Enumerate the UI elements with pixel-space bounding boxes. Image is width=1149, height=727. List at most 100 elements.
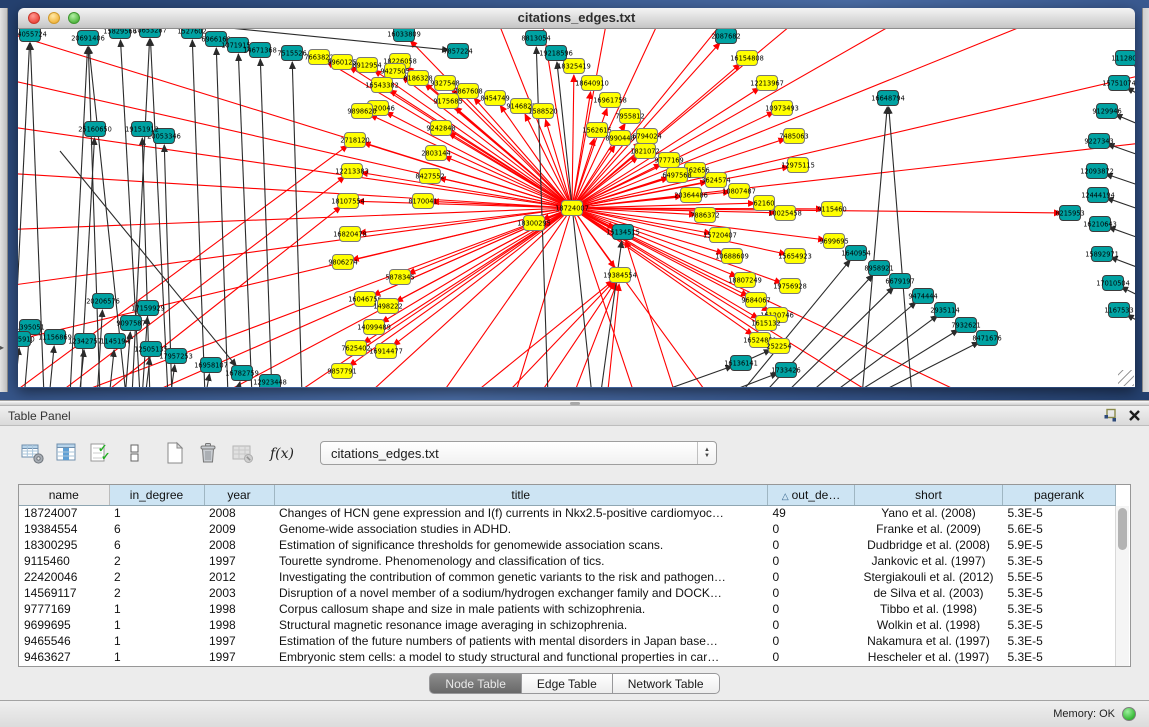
table-cell[interactable]: 1998 [204,617,274,633]
tab-edge-table[interactable]: Edge Table [522,673,613,694]
table-cell[interactable]: 6 [109,521,204,537]
graph-node[interactable]: 9857791 [327,364,356,379]
graph-node[interactable]: 20206576 [86,294,120,309]
graph-node[interactable]: 7515526 [277,46,306,61]
network-graph[interactable]: 1872400718300295193845547663822996012589… [18,29,1135,387]
table-cell[interactable]: Yano et al. (2008) [855,505,1003,521]
window-titlebar[interactable]: citations_edges.txt [18,8,1135,29]
graph-node[interactable]: 8170041 [408,194,437,209]
table-cell[interactable]: Hescheler et al. (1997) [855,649,1003,665]
graph-node[interactable]: 1733426 [771,363,800,378]
column-header-out_de[interactable]: △out_de… [768,485,855,505]
table-cell[interactable]: 9463627 [19,649,109,665]
graph-node[interactable]: 9777169 [654,153,683,168]
table-cell[interactable]: Dudbridge et al. (2008) [855,537,1003,553]
column-header-in_degree[interactable]: in_degree [109,485,204,505]
window-resize-grip[interactable] [1118,370,1134,386]
graph-node[interactable]: 18107554 [331,194,365,209]
table-row[interactable]: 1456911722003Disruption of a novel membe… [19,585,1116,601]
table-scrollbar[interactable] [1115,506,1129,666]
table-cell[interactable]: 5.3E-5 [1003,633,1116,649]
table-row[interactable]: 977716911998Corpus callosum shape and si… [19,601,1116,617]
graph-node[interactable]: 11156869 [38,330,72,345]
graph-node[interactable]: 7955812 [615,109,644,124]
table-cell[interactable]: 5.3E-5 [1003,505,1116,521]
table-cell[interactable]: Corpus callosum shape and size in male p… [274,601,768,617]
graph-node[interactable]: 16648794 [871,91,905,106]
column-header-year[interactable]: year [204,485,274,505]
table-row[interactable]: 1938455462009Genome-wide association stu… [19,521,1116,537]
graph-node[interactable]: 20691406 [71,31,105,46]
graph-node[interactable]: 2718120 [340,133,369,148]
delete-table-button[interactable] [196,440,222,466]
graph-node[interactable]: 12975115 [781,158,815,173]
table-row[interactable]: 911546021997Tourette syndrome. Phenomeno… [19,553,1116,569]
graph-node[interactable]: 9175685 [433,94,462,109]
graph-node[interactable]: 10807487 [722,184,756,199]
graph-node[interactable]: 12444194 [1081,188,1115,203]
graph-node[interactable]: 16958107 [194,358,228,373]
column-header-pagerank[interactable]: pagerank [1003,485,1116,505]
table-cell[interactable]: 2 [109,585,204,601]
table-cell[interactable]: 9465546 [19,633,109,649]
table-cell[interactable]: 1997 [204,553,274,569]
graph-node[interactable]: 15720407 [703,228,737,243]
table-row[interactable]: 969969511998Structural magnetic resonanc… [19,617,1116,633]
table-cell[interactable]: 9699695 [19,617,109,633]
graph-node[interactable]: 12093872 [1080,164,1114,179]
table-cell[interactable]: 5.3E-5 [1003,601,1116,617]
tab-node-table[interactable]: Node Table [429,673,522,694]
tab-network-table[interactable]: Network Table [613,673,720,694]
graph-node[interactable]: 16914477 [369,344,403,359]
network-file-select[interactable]: citations_edges.txt ▲▼ [320,441,717,465]
table-header-row[interactable]: namein_degreeyeartitle△out_de…shortpager… [19,485,1116,505]
table-cell[interactable]: 2009 [204,521,274,537]
select-all-rows-button[interactable]: ✓ ✓ [88,440,114,466]
memory-status-indicator[interactable] [1122,707,1136,721]
table-cell[interactable]: 0 [768,569,855,585]
table-row[interactable]: 946362711997Embryonic stem cells: a mode… [19,649,1116,665]
table-cell[interactable]: 0 [768,633,855,649]
graph-node[interactable]: 10653287 [133,29,167,38]
graph-node[interactable]: 8186328 [403,71,432,86]
table-cell[interactable]: 9115460 [19,553,109,569]
create-table-button[interactable] [162,440,188,466]
graph-node[interactable]: 19756928 [773,279,807,294]
splitter-handle-icon[interactable] [570,402,580,405]
graph-node[interactable]: 6679197 [885,274,914,289]
graph-node[interactable]: 12213383 [335,164,369,179]
graph-node[interactable]: 7932621 [951,318,980,333]
table-cell[interactable]: 0 [768,585,855,601]
float-panel-icon[interactable] [1103,408,1118,423]
graph-node[interactable]: 5878345 [385,270,414,285]
table-cell[interactable]: Embryonic stem cells: a model to study s… [274,649,768,665]
table-row[interactable]: 1872400712008Changes of HCN gene express… [19,505,1116,521]
graph-node[interactable]: 8427552 [415,169,444,184]
graph-node[interactable]: 9898620 [347,104,376,119]
table-cell[interactable]: Franke et al. (2009) [855,521,1003,537]
close-panel-icon[interactable] [1128,409,1141,422]
column-header-short[interactable]: short [855,485,1003,505]
table-cell[interactable]: 2008 [204,505,274,521]
graph-node[interactable]: 16961758 [593,93,627,108]
graph-node[interactable]: 8912954 [352,58,381,73]
graph-node[interactable]: 16820478 [333,227,367,242]
table-cell[interactable]: 5.3E-5 [1003,553,1116,569]
table-row[interactable]: 1830029562008Estimation of significance … [19,537,1116,553]
graph-node[interactable]: 9699695 [819,234,848,249]
graph-node[interactable]: 15654923 [778,249,812,264]
table-cell[interactable]: 5.3E-5 [1003,585,1116,601]
graph-node[interactable]: 16033809 [387,29,421,42]
graph-node[interactable]: 6794024 [632,129,661,144]
table-cell[interactable]: Changes of HCN gene expression and I(f) … [274,505,768,521]
window-minimize-button[interactable] [48,12,60,24]
graph-node[interactable]: 8958921 [864,261,893,276]
table-cell[interactable]: Wolkin et al. (1998) [855,617,1003,633]
table-cell[interactable]: 1 [109,617,204,633]
graph-node[interactable]: 15829566 [103,29,137,39]
graph-node[interactable]: 8813054 [521,31,550,46]
graph-node[interactable]: 1498222 [373,299,402,314]
table-scrollbar-thumb[interactable] [1118,508,1127,550]
table-cell[interactable]: 18724007 [19,505,109,521]
table-cell[interactable]: de Silva et al. (2003) [855,585,1003,601]
